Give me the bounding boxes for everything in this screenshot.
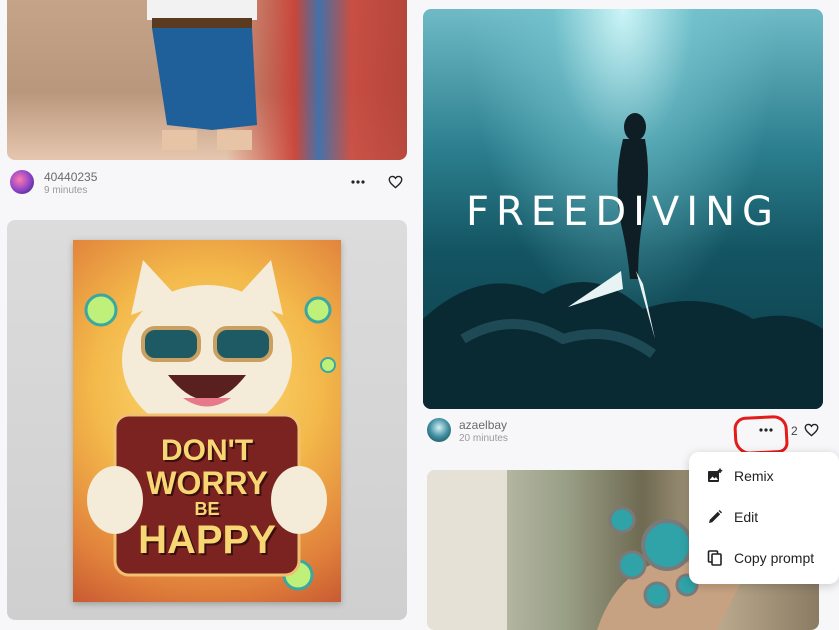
like-button[interactable]: [384, 171, 406, 193]
menu-item-label: Edit: [734, 509, 759, 525]
menu-item-copy-prompt[interactable]: Copy prompt: [689, 540, 839, 576]
poster-text-line-2: WORRY: [146, 464, 268, 501]
poster-text-line-4: HAPPY: [138, 517, 276, 562]
image-plus-icon: [706, 467, 724, 485]
cat-poster-image[interactable]: DON'T WORRY BE HAPPY: [7, 220, 407, 620]
street-illustration-image[interactable]: [7, 0, 407, 160]
more-horizontal-icon: [351, 180, 365, 184]
heart-icon: [388, 175, 402, 189]
poster-text-line-1: DON'T: [160, 434, 254, 467]
menu-item-label: Remix: [734, 468, 774, 484]
username[interactable]: 40440235: [44, 170, 97, 184]
illustration-figure: [147, 0, 257, 150]
like-button[interactable]: [800, 419, 822, 441]
poster-text-line-3: BE: [194, 499, 220, 520]
username[interactable]: azaelbay: [459, 418, 507, 432]
copy-icon: [706, 549, 724, 567]
context-menu: Remix Edit Copy prompt: [689, 452, 839, 584]
heart-icon: [804, 423, 818, 437]
menu-item-edit[interactable]: Edit: [689, 499, 839, 535]
avatar[interactable]: [10, 170, 34, 194]
card-meta-1: 40440235 9 minutes: [10, 170, 407, 198]
timestamp: 9 minutes: [44, 185, 88, 196]
avatar[interactable]: [427, 418, 451, 442]
pencil-icon: [706, 508, 724, 526]
menu-item-label: Copy prompt: [734, 550, 815, 566]
timestamp: 20 minutes: [459, 433, 508, 444]
annotation-highlight: [733, 414, 789, 456]
like-count: 2: [791, 424, 798, 438]
image-overlay-title: FREEDIVING: [465, 189, 781, 235]
freediving-image[interactable]: FREEDIVING: [423, 9, 823, 409]
poster-artwork: DON'T WORRY BE HAPPY: [73, 240, 341, 602]
more-options-button[interactable]: [347, 171, 369, 193]
menu-item-remix[interactable]: Remix: [689, 458, 839, 494]
